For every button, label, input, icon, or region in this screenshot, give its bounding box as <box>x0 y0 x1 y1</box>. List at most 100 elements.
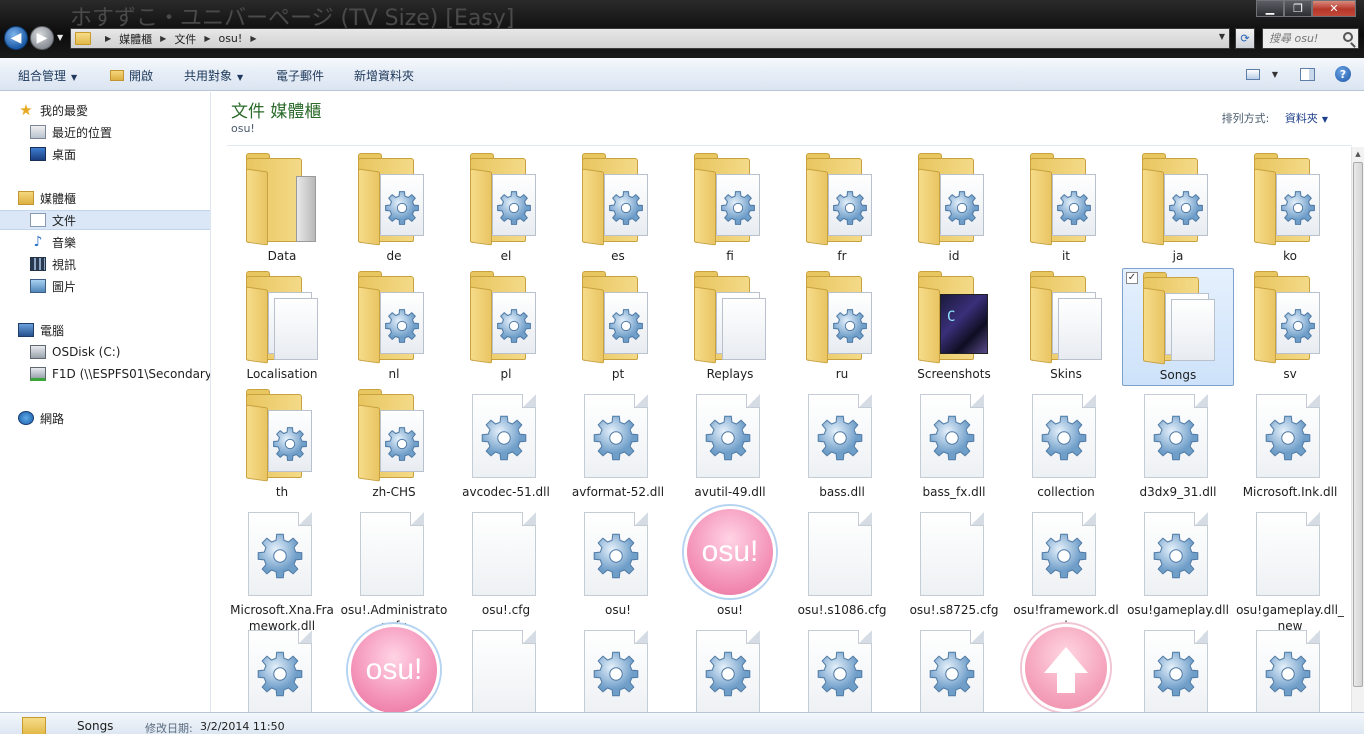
organize-label: 組合管理 <box>18 69 67 83</box>
folder-item[interactable]: ja <box>1122 150 1234 268</box>
file-item[interactable]: osu!.s1086.cfg <box>786 504 898 622</box>
open-button[interactable]: 開啟 <box>110 67 153 84</box>
chevron-right-icon[interactable]: ▶ <box>160 34 166 43</box>
folder-item[interactable]: nl <box>338 268 450 386</box>
file-item[interactable]: osu!.Administrator.cfg <box>338 504 450 633</box>
folder-icon <box>246 153 316 246</box>
file-item[interactable]: avutil-49.dll <box>674 386 786 504</box>
file-item[interactable]: bass.dll <box>786 386 898 504</box>
file-item[interactable]: Microsoft.Ink.dll <box>1234 386 1346 504</box>
file-item[interactable] <box>1122 622 1234 712</box>
view-options-dropdown[interactable]: ▼ <box>1266 66 1284 82</box>
breadcrumb-item[interactable]: 文件 <box>174 31 196 47</box>
search-box[interactable] <box>1262 28 1359 49</box>
nav-favorites[interactable]: ★ 我的最愛 <box>18 100 88 120</box>
search-input[interactable] <box>1263 29 1339 48</box>
change-view-button[interactable] <box>1244 66 1262 82</box>
file-item[interactable] <box>786 622 898 712</box>
file-item[interactable]: d3dx9_31.dll <box>1122 386 1234 504</box>
recent-pages-dropdown[interactable]: ▼ <box>57 33 65 43</box>
file-item[interactable]: collection <box>1010 386 1122 504</box>
nav-network[interactable]: 網路 <box>18 408 64 428</box>
minimize-button[interactable]: ▁ <box>1256 0 1284 17</box>
chevron-right-icon[interactable]: ▶ <box>250 34 256 43</box>
vertical-scrollbar[interactable]: ▲ <box>1351 147 1364 712</box>
nav-osdisk[interactable]: OSDisk (C:) <box>30 342 120 362</box>
nav-libraries[interactable]: 媒體櫃 <box>18 188 76 208</box>
file-item[interactable]: avcodec-51.dll <box>450 386 562 504</box>
nav-desktop[interactable]: 桌面 <box>30 144 76 164</box>
nav-pictures[interactable]: 圖片 <box>30 276 76 296</box>
folder-item[interactable]: sv <box>1234 268 1346 386</box>
nav-videos[interactable]: 視訊 <box>30 254 76 274</box>
organize-button[interactable]: 組合管理 ▼ <box>18 67 77 84</box>
file-item[interactable] <box>1010 622 1122 712</box>
file-item[interactable]: osu!gameplay.dll_new <box>1234 504 1346 633</box>
address-bar[interactable]: ▶ 媒體櫃 ▶ 文件 ▶ osu! ▶ ▼ <box>70 28 1230 49</box>
scroll-up-button[interactable]: ▲ <box>1352 147 1364 161</box>
file-item[interactable] <box>1234 622 1346 712</box>
preview-pane-button[interactable] <box>1298 66 1316 82</box>
folder-item[interactable]: C Screenshots <box>898 268 1010 386</box>
file-item[interactable]: avformat-52.dll <box>562 386 674 504</box>
refresh-button[interactable]: ⟳ <box>1235 28 1255 49</box>
chevron-right-icon[interactable]: ▶ <box>204 34 210 43</box>
arrow-left-icon: ◀ <box>10 30 22 46</box>
folder-item[interactable]: pl <box>450 268 562 386</box>
folder-item[interactable]: Skins <box>1010 268 1122 386</box>
file-item[interactable]: bass_fx.dll <box>898 386 1010 504</box>
folder-item[interactable]: th <box>226 386 338 504</box>
forward-button[interactable]: ▶ <box>30 26 54 50</box>
arrange-by-dropdown[interactable]: 資料夾 ▼ <box>1285 112 1328 125</box>
file-item[interactable]: osu!.s8725.cfg <box>898 504 1010 622</box>
file-item[interactable]: osu! <box>338 622 450 712</box>
folder-item[interactable]: Replays <box>674 268 786 386</box>
file-item[interactable]: osu! <box>562 504 674 622</box>
back-button[interactable]: ◀ <box>4 26 28 50</box>
item-label: nl <box>388 367 400 381</box>
nav-music[interactable]: ♪ 音樂 <box>30 232 76 252</box>
maximize-button[interactable]: ❐ <box>1284 0 1312 17</box>
folder-item[interactable]: es <box>562 150 674 268</box>
close-button[interactable]: ✕ <box>1312 0 1356 17</box>
folder-item[interactable]: fr <box>786 150 898 268</box>
file-item[interactable] <box>450 622 562 712</box>
file-item[interactable]: osu! osu! <box>674 504 786 622</box>
file-item[interactable]: osu!.cfg <box>450 504 562 622</box>
help-button[interactable]: ? <box>1334 66 1352 82</box>
folder-item[interactable]: Data <box>226 150 338 268</box>
folder-item[interactable]: ru <box>786 268 898 386</box>
folder-item[interactable]: de <box>338 150 450 268</box>
nav-documents[interactable]: 文件 <box>0 210 210 230</box>
folder-item[interactable]: Localisation <box>226 268 338 386</box>
file-item[interactable] <box>562 622 674 712</box>
nav-computer[interactable]: 電腦 <box>18 320 64 340</box>
folder-item[interactable]: id <box>898 150 1010 268</box>
new-folder-button[interactable]: 新增資料夾 <box>354 67 414 84</box>
file-item[interactable]: Microsoft.Xna.Framework.dll <box>226 504 338 633</box>
file-item[interactable] <box>226 622 338 712</box>
file-item[interactable]: osu!framework.dll <box>1010 504 1122 633</box>
details-pane: Songs 修改日期: 3/2/2014 11:50 <box>0 712 1364 734</box>
folder-item[interactable]: fi <box>674 150 786 268</box>
folder-item[interactable]: zh-CHS <box>338 386 450 504</box>
scrollbar-thumb[interactable] <box>1353 162 1363 687</box>
email-button[interactable]: 電子郵件 <box>276 67 324 84</box>
breadcrumb-item[interactable]: osu! <box>218 32 242 45</box>
address-dropdown-button[interactable]: ▼ <box>1219 32 1225 41</box>
folder-item[interactable]: ✓ Songs <box>1122 268 1234 386</box>
file-item[interactable]: osu!gameplay.dll <box>1122 504 1234 622</box>
selection-checkbox[interactable]: ✓ <box>1126 272 1138 284</box>
folder-item[interactable]: el <box>450 150 562 268</box>
breadcrumb-item[interactable]: 媒體櫃 <box>119 31 152 47</box>
nav-recent-places[interactable]: 最近的位置 <box>30 122 112 142</box>
search-icon[interactable] <box>1343 32 1353 42</box>
chevron-right-icon[interactable]: ▶ <box>105 34 111 43</box>
folder-item[interactable]: pt <box>562 268 674 386</box>
folder-item[interactable]: ko <box>1234 150 1346 268</box>
folder-item[interactable]: it <box>1010 150 1122 268</box>
file-item[interactable] <box>898 622 1010 712</box>
share-button[interactable]: 共用對象 ▼ <box>184 67 243 84</box>
nav-network-drive[interactable]: F1D (\\ESPFS01\Secondary\( <box>30 364 210 384</box>
file-item[interactable] <box>674 622 786 712</box>
